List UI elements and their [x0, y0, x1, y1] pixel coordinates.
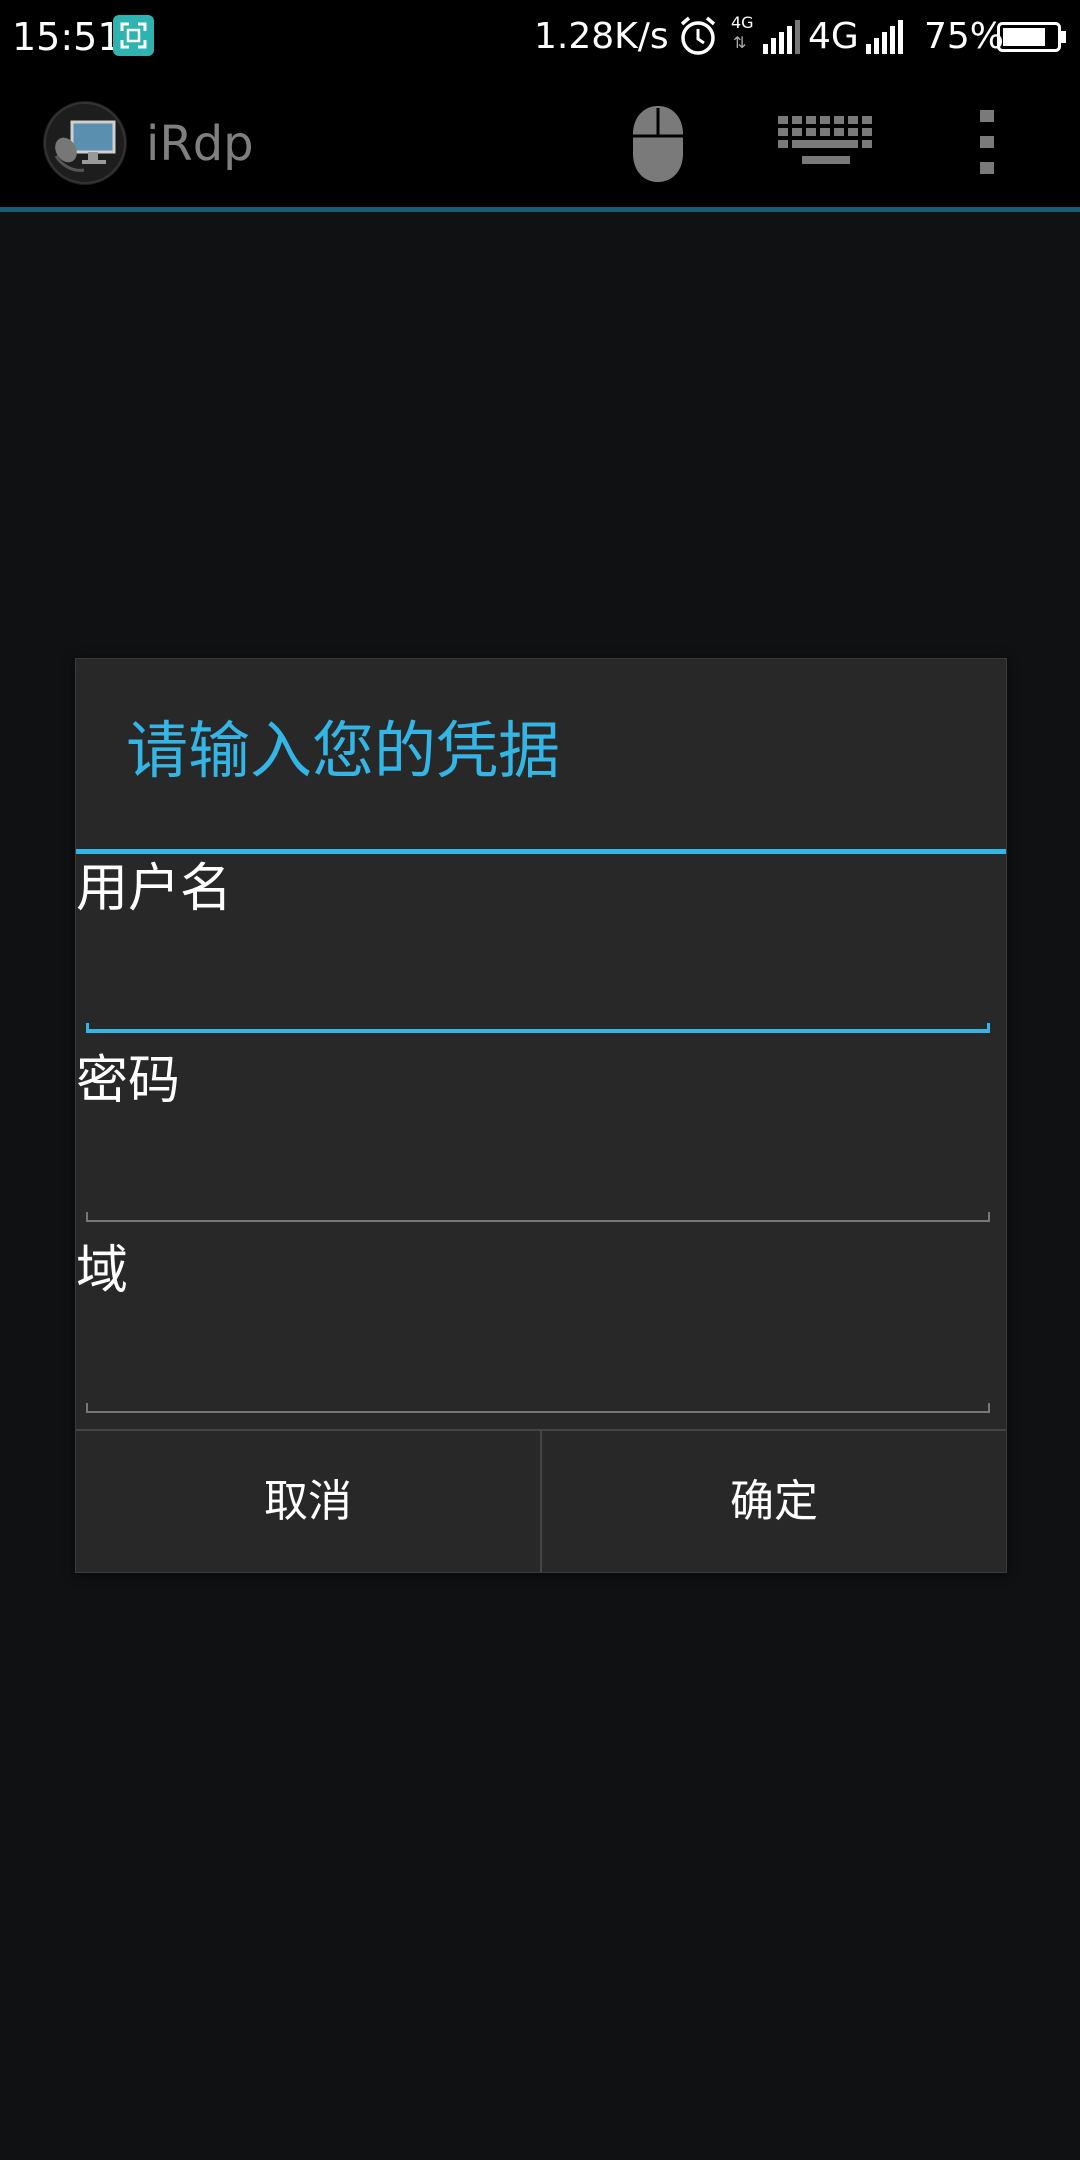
network-speed: 1.28K/s — [534, 16, 669, 57]
data-arrows: ⇅ — [733, 33, 747, 52]
credentials-dialog: 请输入您的凭据 用户名 密码 域 取消 确定 — [75, 658, 1007, 1573]
battery-percent: 75% — [924, 16, 1005, 57]
battery-icon — [997, 22, 1067, 56]
cancel-button[interactable]: 取消 — [76, 1431, 540, 1572]
signal-icon-2 — [866, 18, 908, 58]
action-bar: iRdp — [0, 74, 1080, 212]
password-underline — [86, 1212, 990, 1222]
password-input[interactable] — [86, 1119, 994, 1191]
signal-icon — [763, 18, 805, 58]
domain-label: 域 — [76, 1241, 129, 1301]
ok-button[interactable]: 确定 — [542, 1431, 1006, 1572]
title-divider — [76, 849, 1006, 854]
screen: 15:51 1.28K/s 4G ⇅ 4G 75% iRdp 请输入您的凭据 用… — [0, 0, 1080, 2160]
username-input[interactable] — [86, 929, 994, 1001]
mouse-icon[interactable] — [630, 104, 686, 188]
password-label: 密码 — [76, 1051, 181, 1111]
overflow-menu-icon[interactable] — [980, 110, 996, 178]
status-time: 15:51 — [12, 15, 122, 59]
alarm-icon — [678, 15, 718, 61]
network-type: 4G — [808, 16, 859, 57]
keyboard-icon[interactable] — [778, 116, 874, 172]
app-title: iRdp — [146, 116, 254, 172]
small-network-label: 4G — [731, 13, 754, 32]
username-label: 用户名 — [76, 859, 233, 919]
app-logo-icon[interactable] — [42, 100, 128, 190]
username-underline — [86, 1023, 990, 1033]
action-bar-divider — [0, 207, 1080, 212]
status-bar: 15:51 1.28K/s 4G ⇅ 4G 75% — [0, 0, 1080, 74]
domain-underline — [86, 1403, 990, 1413]
screenshot-icon — [113, 15, 154, 56]
domain-input[interactable] — [86, 1309, 994, 1381]
dialog-title: 请输入您的凭据 — [126, 714, 561, 787]
